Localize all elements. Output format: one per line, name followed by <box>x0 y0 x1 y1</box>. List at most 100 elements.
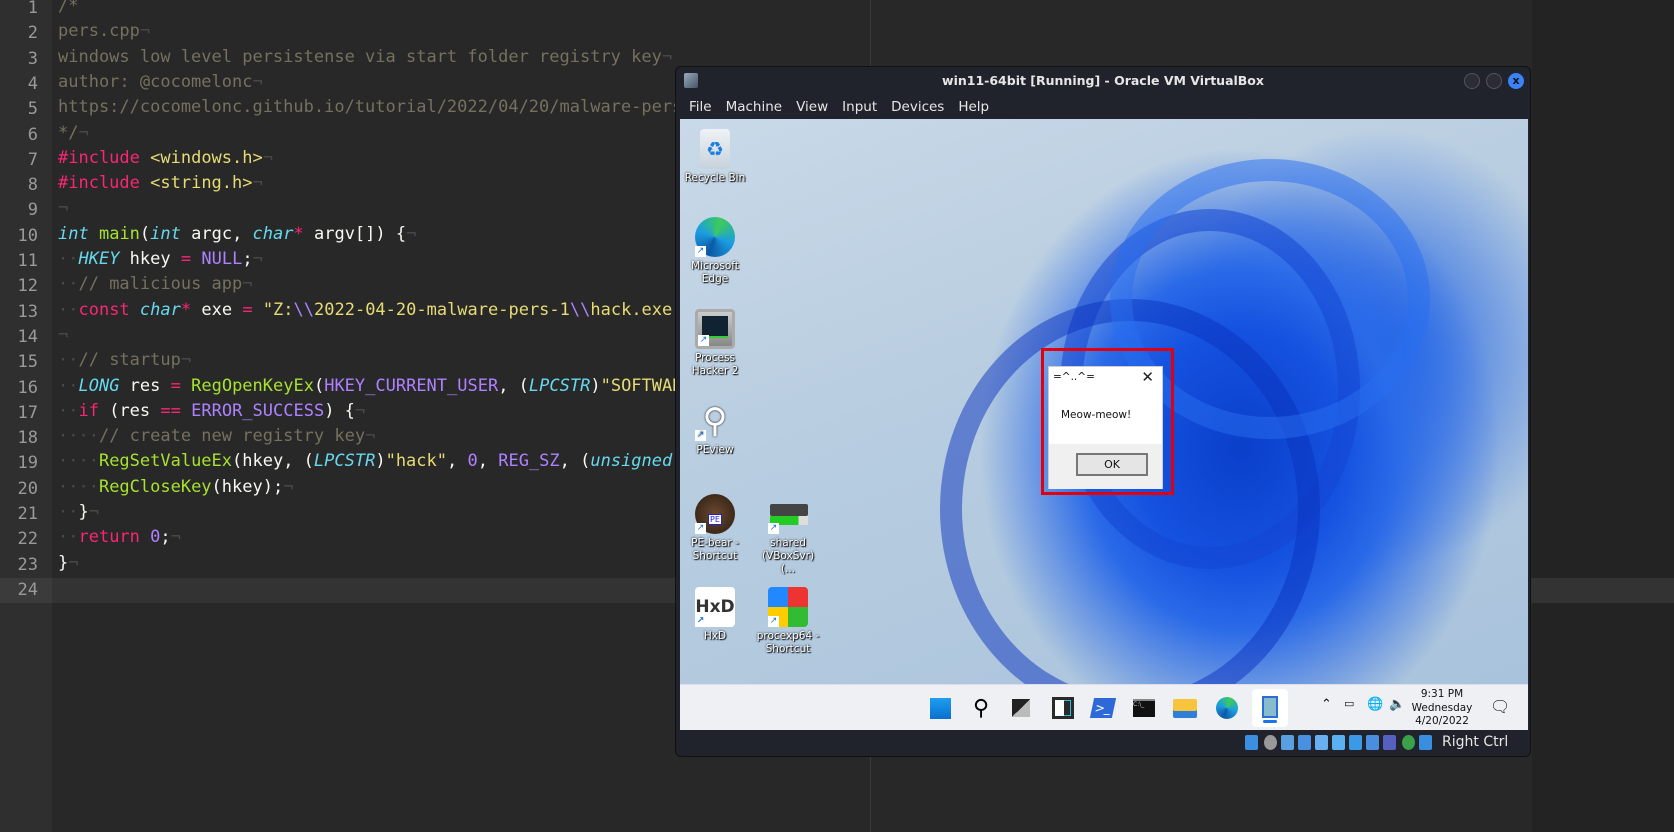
code-line[interactable]: ··}¬ <box>58 502 678 527</box>
code-line[interactable]: ··const char* exe = "Z:\\2022-04-20-malw… <box>58 300 678 325</box>
whitespace-marker: ¬ <box>180 350 192 371</box>
optical-drive-icon[interactable] <box>1264 735 1277 750</box>
menu-machine[interactable]: Machine <box>719 95 790 119</box>
line-number: 4 <box>27 73 38 94</box>
whitespace-marker: ·· <box>58 274 79 295</box>
code-line[interactable]: ····RegSetValueEx(hkey, (LPCSTR)"hack" , … <box>58 451 678 476</box>
code-line[interactable]: pers.cpp¬ <box>58 21 678 46</box>
code-line[interactable]: author: @cocomelonc¬ <box>58 72 678 97</box>
code-line[interactable]: #include <windows.h>¬ <box>58 148 678 173</box>
code-token: (res <box>98 400 161 421</box>
code-line[interactable]: }¬ <box>58 553 678 578</box>
network-globe-icon[interactable]: 🌐 <box>1367 697 1383 712</box>
guest-additions-icon[interactable] <box>1402 735 1415 750</box>
menu-devices[interactable]: Devices <box>884 95 951 119</box>
whitespace-marker: ¬ <box>252 173 263 194</box>
powershell-icon[interactable]: >_ <box>1089 694 1117 722</box>
recycle-bin-icon: ♻ <box>700 129 730 169</box>
menu-view[interactable]: View <box>789 95 835 119</box>
code-line[interactable]: https://cocomelonc.github.io/tutorial/20… <box>58 97 678 122</box>
desktop-icon-procexp[interactable]: ↗ procexp64 - Shortcut <box>756 587 820 656</box>
notification-icon[interactable]: 🗨 <box>1490 697 1510 716</box>
edge-icon[interactable] <box>1213 694 1241 722</box>
code-token: // startup <box>78 350 181 371</box>
recording-icon[interactable] <box>1366 735 1379 750</box>
code-line[interactable]: /* <box>58 0 678 21</box>
ok-button[interactable]: OK <box>1076 453 1148 476</box>
guest-desktop[interactable]: ♻ Recycle Bin ↗ Microsoft Edge ↗ Process… <box>680 119 1528 730</box>
code-line[interactable]: ····// create new registry key¬ <box>58 426 678 451</box>
taskbar: ⚲ >_ C:\_ ⌃ ▭ 🌐 🔈 9:31 PM Wednesday 4/20… <box>680 684 1528 730</box>
line-number: 13 <box>17 301 38 322</box>
desktop-icon-hxd[interactable]: HxD ↗ HxD <box>683 587 747 643</box>
vt-x-icon[interactable] <box>1383 735 1396 750</box>
usb-icon[interactable] <box>1315 735 1328 750</box>
desktop-icon-shared[interactable]: ↗ shared (VBoxSvr) (... <box>756 494 820 576</box>
code-line[interactable]: ¬ <box>58 198 678 223</box>
audio-icon[interactable] <box>1281 735 1294 750</box>
code-line[interactable]: ··return 0;¬ <box>58 527 678 552</box>
code-line[interactable]: ····RegCloseKey(hkey);¬ <box>58 477 678 502</box>
task-view-icon[interactable] <box>1007 694 1035 722</box>
whitespace-marker: ···· <box>58 451 99 472</box>
clock[interactable]: 9:31 PM Wednesday 4/20/2022 <box>1402 688 1482 729</box>
menu-file[interactable]: File <box>682 95 719 119</box>
virtualbox-app-icon[interactable] <box>1252 689 1288 727</box>
start-icon[interactable] <box>926 694 954 722</box>
whitespace-marker: ·· <box>58 527 79 548</box>
cmd-icon[interactable]: C:\_ <box>1130 694 1158 722</box>
code-line[interactable]: ··// malicious app¬ <box>58 274 678 299</box>
display-icon[interactable] <box>1349 735 1362 750</box>
whitespace-marker: ¬ <box>252 249 263 269</box>
whitespace-marker: ¬ <box>242 274 253 295</box>
code-token: RegCloseKey <box>98 476 212 497</box>
menu-input[interactable]: Input <box>835 95 884 119</box>
desktop-icon-recycle-bin[interactable]: ♻ Recycle Bin <box>683 129 747 185</box>
code-token: main <box>98 223 140 244</box>
bear-icon: PE ↗ <box>695 494 735 534</box>
code-line[interactable] <box>58 578 678 603</box>
desktop-icon-edge[interactable]: ↗ Microsoft Edge <box>683 217 747 286</box>
code-token: * <box>293 223 304 244</box>
menu-help[interactable]: Help <box>951 95 996 119</box>
line-number: 6 <box>27 124 38 145</box>
chevron-up-icon[interactable]: ⌃ <box>1321 697 1332 712</box>
procexp-icon: ↗ <box>768 587 808 627</box>
desktop-icon-peview[interactable]: ⚲ ↗ PEview <box>683 401 747 457</box>
code-line[interactable]: #include <string.h>¬ <box>58 173 678 198</box>
code-token: HKEY <box>78 249 120 269</box>
dialog-close-icon[interactable]: ✕ <box>1141 368 1154 386</box>
search-icon[interactable]: ⚲ <box>967 694 995 722</box>
maximize-button[interactable] <box>1486 73 1502 89</box>
code-token: return <box>78 527 140 548</box>
desktop-icon-pe-bear[interactable]: PE ↗ PE-bear - Shortcut <box>683 494 747 563</box>
whitespace-marker: ¬ <box>139 21 151 42</box>
code-line[interactable]: ¬ <box>58 325 678 350</box>
code-token: ERROR_SUCCESS <box>191 400 325 421</box>
battery-icon[interactable]: ▭ <box>1344 697 1354 710</box>
shortcut-arrow-icon: ↗ <box>768 523 779 534</box>
minimize-button[interactable] <box>1464 73 1480 89</box>
network-icon[interactable] <box>1298 735 1311 750</box>
mouse-integration-icon[interactable] <box>1419 735 1432 750</box>
hard-disk-icon[interactable] <box>1245 735 1258 750</box>
virtualbox-window[interactable]: win11-64bit [Running] - Oracle VM Virtua… <box>675 66 1531 757</box>
code-line[interactable]: windows low level persistense via start … <box>58 47 678 72</box>
code-line[interactable]: int main(int argc, char* argv[]) {¬ <box>58 224 678 249</box>
code-line[interactable]: ··HKEY hkey = NULL;¬ <box>58 249 678 274</box>
close-button[interactable]: x <box>1508 73 1524 89</box>
file-explorer-icon[interactable] <box>1171 694 1199 722</box>
code-line[interactable]: ··// startup¬ <box>58 350 678 375</box>
code-token: pers.cpp <box>58 21 140 42</box>
code-line[interactable]: */¬ <box>58 123 678 148</box>
message-box[interactable]: =^..^= ✕ Meow-meow! OK <box>1048 366 1163 489</box>
code-line[interactable]: ··if (res == ERROR_SUCCESS) {¬ <box>58 401 678 426</box>
whitespace-marker: ¬ <box>88 502 99 522</box>
code-line[interactable]: ··LONG res = RegOpenKeyEx(HKEY_CURRENT_U… <box>58 376 678 401</box>
whitespace-marker: ¬ <box>283 476 294 497</box>
widgets-icon[interactable] <box>1049 694 1077 722</box>
shared-folder-icon[interactable] <box>1332 735 1345 750</box>
desktop-icon-process-hacker[interactable]: ↗ Process Hacker 2 <box>683 309 747 378</box>
